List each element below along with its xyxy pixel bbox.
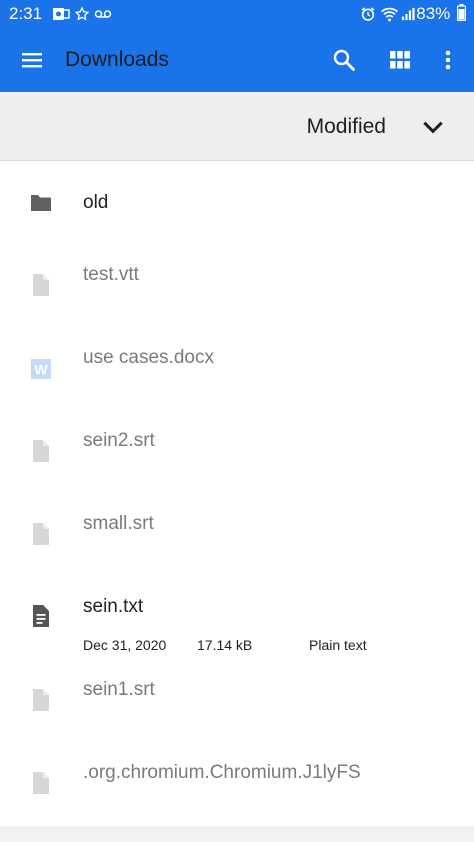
file-date: Dec 31, 2020: [83, 637, 167, 653]
file-name: use cases.docx: [83, 347, 214, 368]
alarm-icon: [361, 7, 375, 21]
file-icon: [33, 772, 49, 794]
list-item[interactable]: old: [0, 161, 474, 244]
list-item[interactable]: sein1.srt: [0, 659, 474, 742]
file-name: sein.txt: [83, 596, 144, 617]
menu-icon: [22, 53, 42, 68]
sort-label[interactable]: Modified: [307, 115, 386, 139]
app-toolbar: Downloads: [0, 28, 474, 92]
file-name: .org.chromium.Chromium.J1lyFS: [83, 762, 361, 783]
page-title: Downloads: [65, 48, 169, 71]
file-name: old: [83, 192, 109, 213]
list-item[interactable]: sein.txt Dec 31, 2020 17.14 kB Plain tex…: [0, 576, 474, 659]
list-item[interactable]: sein2.srt: [0, 410, 474, 493]
wifi-icon: [381, 7, 398, 22]
list-item[interactable]: test.vtt: [0, 244, 474, 327]
bottom-divider: [0, 826, 474, 842]
voicemail-icon: [94, 10, 112, 18]
signal-icon: [401, 7, 415, 21]
file-type: Plain text: [309, 637, 367, 653]
status-bar: 2:31 83%: [0, 0, 474, 28]
star-icon: [74, 6, 90, 21]
file-name: sein1.srt: [83, 679, 155, 700]
more-options-button[interactable]: [430, 42, 466, 78]
file-icon: [33, 689, 49, 711]
file-name: test.vtt: [83, 264, 139, 285]
status-time: 2:31: [9, 4, 43, 23]
file-icon: [33, 274, 49, 296]
file-name: sein2.srt: [83, 430, 155, 451]
grid-view-button[interactable]: [382, 42, 418, 78]
battery-percent: 83%: [416, 4, 451, 23]
battery-icon: [457, 4, 466, 21]
search-icon: [333, 49, 355, 71]
sort-bar[interactable]: Modified: [0, 92, 474, 161]
outlook-icon: [53, 8, 70, 20]
list-item[interactable]: .org.chromium.Chromium.J1lyFS: [0, 742, 474, 825]
grid-view-icon: [390, 51, 410, 69]
folder-icon: [31, 195, 51, 211]
file-icon: [33, 523, 49, 545]
file-size: 17.14 kB: [197, 637, 253, 653]
chevron-down-icon[interactable]: [420, 114, 446, 140]
search-button[interactable]: [326, 42, 362, 78]
file-name: small.srt: [83, 513, 154, 534]
word-doc-icon: W: [31, 359, 51, 379]
svg-text:W: W: [34, 362, 48, 378]
file-icon: [33, 440, 49, 462]
list-item[interactable]: W use cases.docx: [0, 327, 474, 410]
list-item[interactable]: small.srt: [0, 493, 474, 576]
menu-button[interactable]: [14, 42, 50, 78]
text-file-icon: [33, 605, 49, 627]
more-vert-icon: [445, 50, 451, 70]
